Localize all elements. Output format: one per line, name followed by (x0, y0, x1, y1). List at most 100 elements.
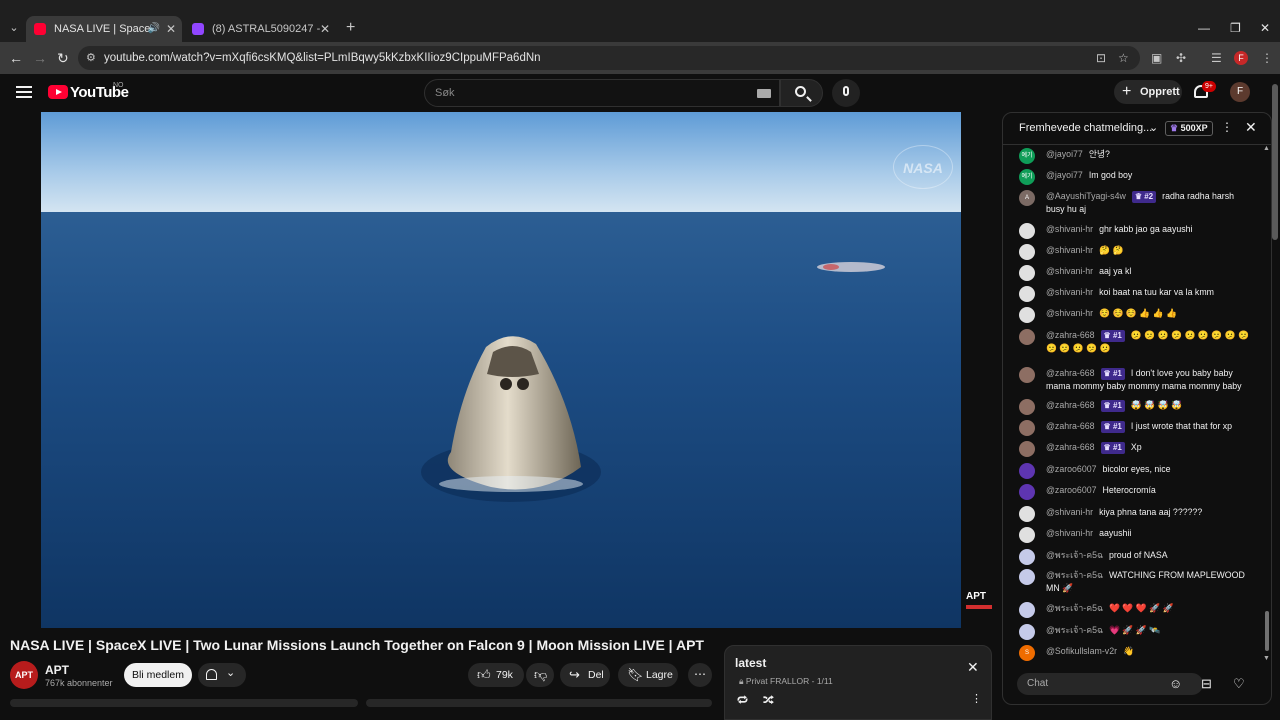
create-button[interactable]: + Opprett (1114, 80, 1182, 104)
playlist-close-icon[interactable]: ✕ (967, 660, 979, 674)
site-info-icon[interactable]: ⚙ (86, 51, 100, 65)
chat-author-name[interactable]: @Sofikullslam-v2r (1046, 646, 1117, 656)
chat-author-name[interactable]: @zahra-668 (1046, 442, 1095, 452)
forward-arrow-icon[interactable]: → (33, 50, 47, 66)
chat-scrollbar[interactable]: ▲ ▼ (1263, 145, 1270, 663)
chat-message[interactable]: @zahra-668 ♛ #1 I just wrote that that for… (1019, 420, 1251, 436)
heart-icon[interactable]: ♡ (1233, 676, 1245, 692)
browser-menu-icon[interactable]: ⋮ (1261, 51, 1273, 65)
chat-author-name[interactable]: @jayoi77 (1046, 149, 1083, 159)
chat-message[interactable]: @shivani-hr ghr kabb jao ga aayushi (1019, 223, 1251, 239)
chat-author-avatar[interactable] (1019, 624, 1035, 640)
chat-author-name[interactable]: @zaroo6007 (1046, 464, 1097, 474)
chat-author-avatar[interactable] (1019, 223, 1035, 239)
chat-message[interactable]: @shivani-hr ☺️ ☺️ ☺️ 👍 👍 👍 (1019, 307, 1251, 323)
chat-close-icon[interactable]: ✕ (1245, 119, 1257, 136)
chat-mode-label[interactable]: Fremhevede chatmelding... (1019, 122, 1152, 134)
chat-more-icon[interactable]: ⋮ (1221, 120, 1233, 134)
chat-message[interactable]: @shivani-hr aayushii (1019, 527, 1251, 543)
scroll-down-icon[interactable]: ▼ (1263, 655, 1270, 662)
channel-name[interactable]: APT (45, 663, 69, 677)
chat-message[interactable]: @zahra-668 ♛ #1 Xp (1019, 441, 1251, 457)
chat-author-avatar[interactable] (1019, 244, 1035, 260)
new-tab-plus-icon[interactable]: + (346, 20, 355, 36)
scroll-up-icon[interactable]: ▲ (1263, 145, 1270, 152)
chat-author-avatar[interactable] (1019, 265, 1035, 281)
chat-scroll-thumb[interactable] (1265, 611, 1269, 651)
chat-author-avatar[interactable] (1019, 399, 1035, 415)
chat-author-avatar[interactable] (1019, 506, 1035, 522)
dislike-button[interactable]: 👎︎ (526, 663, 554, 687)
chat-author-name[interactable]: @zahra-668 (1046, 368, 1095, 378)
address-bar[interactable]: ⚙ youtube.com/watch?v=mXqfi6csKMQ&list=P… (78, 46, 1140, 70)
tab-youtube[interactable]: NASA LIVE | SpaceX LIVE | T 🔊 ✕ (26, 16, 182, 42)
chat-message[interactable]: @zahra-668 ♛ #1 I don't love you baby baby… (1019, 367, 1251, 393)
tab-close-icon[interactable]: ✕ (166, 16, 176, 42)
playlist-owner[interactable]: FRALLOR (770, 676, 809, 686)
restore-icon[interactable]: ❐ (1230, 20, 1241, 36)
chat-message[interactable]: @zahra-668 ♛ #1 🤯 🤯 🤯 🤯 (1019, 399, 1251, 415)
chat-message[interactable]: @shivani-hr 🤔 🤔 (1019, 244, 1251, 260)
chat-author-name[interactable]: @shivani-hr (1046, 287, 1093, 297)
chat-author-avatar[interactable] (1019, 484, 1035, 500)
video-player[interactable]: NASA (41, 112, 961, 628)
chat-author-avatar[interactable] (1019, 367, 1035, 383)
chat-author-avatar[interactable] (1019, 602, 1035, 618)
chat-message[interactable]: @พระเจ้า-ค5ฉ ❤️ ❤️ ❤️ 🚀 🚀 (1019, 602, 1251, 618)
chat-message[interactable]: @พระเจ้า-ค5ฉ 💗 🚀 🚀 🛰️ (1019, 624, 1251, 640)
join-button[interactable]: Bli medlem (124, 663, 192, 687)
chat-author-avatar[interactable] (1019, 569, 1035, 585)
chat-message[interactable]: 예기 @jayoi77 안녕? (1019, 148, 1251, 164)
chat-author-avatar[interactable] (1019, 420, 1035, 436)
page-scrollbar[interactable] (1271, 76, 1279, 718)
chat-message[interactable]: @shivani-hr kiya phna tana aaj ?????? (1019, 506, 1251, 522)
back-arrow-icon[interactable]: ← (9, 50, 23, 66)
share-button[interactable]: ↪ Del (560, 663, 610, 687)
tab-close-icon[interactable]: ✕ (320, 16, 330, 42)
chat-author-name[interactable]: @zahra-668 (1046, 330, 1095, 340)
window-close-icon[interactable]: ✕ (1260, 20, 1270, 36)
chat-author-name[interactable]: @shivani-hr (1046, 528, 1093, 538)
account-avatar[interactable]: F (1230, 82, 1250, 102)
chat-message[interactable]: @พระเจ้า-ค5ฉ WATCHING FROM MAPLEWOOD MN 🚀 (1019, 569, 1251, 595)
extensions-puzzle-icon[interactable]: ✣ (1176, 51, 1186, 65)
save-button[interactable]: 🔖︎ Lagre (618, 663, 678, 687)
voice-search-button[interactable] (832, 79, 860, 107)
audio-playing-icon[interactable]: 🔊 (148, 16, 160, 42)
chat-message[interactable]: @zaroo6007 Heterocromía (1019, 484, 1251, 500)
chat-author-name[interactable]: @พระเจ้า-ค5ฉ (1046, 550, 1103, 560)
install-app-icon[interactable]: ⊡ (1096, 51, 1106, 65)
subscription-bell-button[interactable]: ⌄ (198, 663, 246, 687)
channel-avatar[interactable]: APT (10, 661, 38, 689)
loop-icon[interactable]: 🔁︎ (737, 692, 748, 708)
chat-author-avatar[interactable] (1019, 463, 1035, 479)
chat-message[interactable]: @พระเจ้า-ค5ฉ proud of NASA (1019, 549, 1251, 565)
reload-icon[interactable]: ↻ (57, 50, 69, 66)
browser-profile-avatar[interactable]: F (1234, 51, 1248, 65)
tab-search-chevron-icon[interactable]: ⌄ (6, 20, 22, 36)
chat-author-avatar[interactable] (1019, 286, 1035, 302)
hamburger-menu-icon[interactable] (16, 86, 32, 100)
chat-author-name[interactable]: @jayoi77 (1046, 170, 1083, 180)
playlist-title[interactable]: latest (735, 656, 766, 670)
chat-message[interactable]: A @AayushiTyagi-s4w ♛ #2 radha radha harsh … (1019, 190, 1251, 216)
search-button[interactable] (780, 79, 823, 107)
media-control-icon[interactable]: ☰ (1211, 51, 1222, 65)
chat-author-avatar[interactable] (1019, 307, 1035, 323)
chat-author-name[interactable]: @พระเจ้า-ค5ฉ (1046, 625, 1103, 635)
chat-author-avatar[interactable]: A (1019, 190, 1035, 206)
chat-message[interactable]: @shivani-hr koi baat na tuu kar va la kmm (1019, 286, 1251, 302)
chat-author-name[interactable]: @shivani-hr (1046, 245, 1093, 255)
minimize-icon[interactable]: — (1198, 20, 1210, 36)
chat-author-name[interactable]: @zaroo6007 (1046, 485, 1097, 495)
keyboard-icon[interactable] (757, 89, 771, 98)
chat-author-avatar[interactable]: S (1019, 645, 1035, 661)
chat-author-avatar[interactable]: 예기 (1019, 148, 1035, 164)
chat-author-name[interactable]: @shivani-hr (1046, 224, 1093, 234)
emoji-icon[interactable]: ☺ (1169, 676, 1182, 692)
chat-author-name[interactable]: @พระเจ้า-ค5ฉ (1046, 570, 1103, 580)
chat-message[interactable]: @zaroo6007 bicolor eyes, nice (1019, 463, 1251, 479)
chat-author-name[interactable]: @shivani-hr (1046, 507, 1093, 517)
chat-author-name[interactable]: @shivani-hr (1046, 308, 1093, 318)
chat-message[interactable]: 예기 @jayoi77 Im god boy (1019, 169, 1251, 185)
